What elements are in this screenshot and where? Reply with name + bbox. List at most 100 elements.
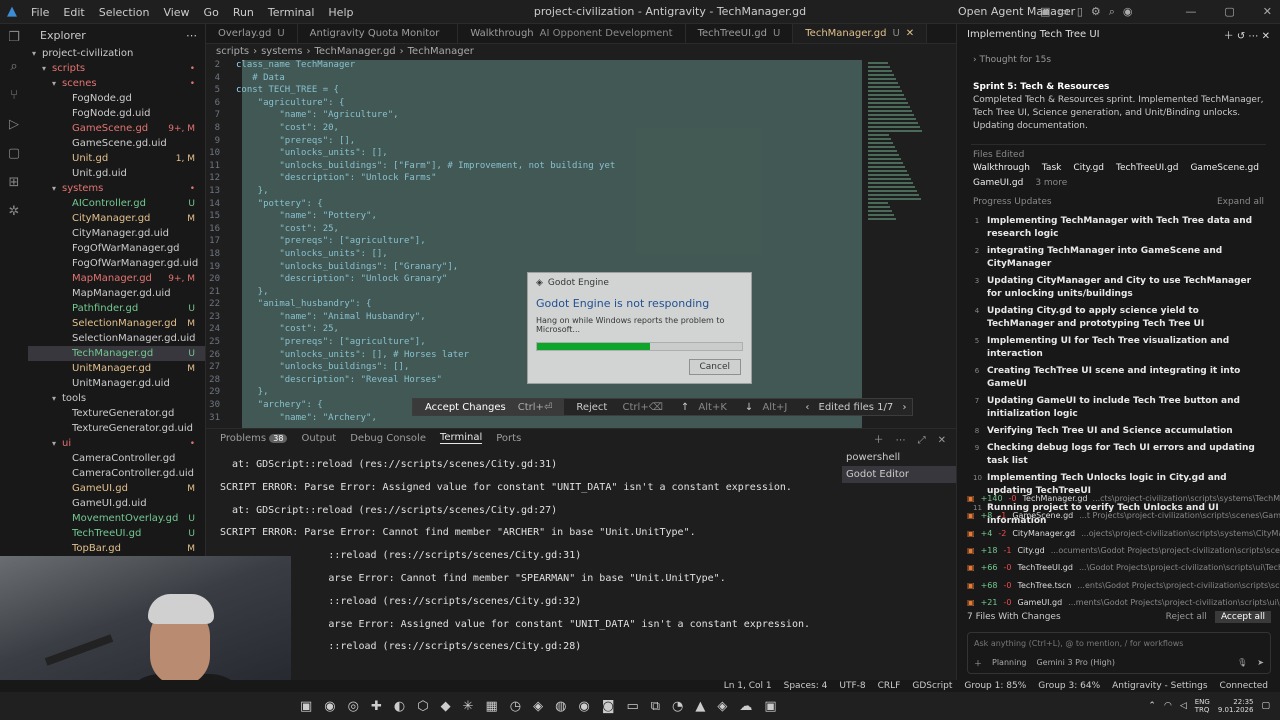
- folder-item[interactable]: ▾ ui •: [28, 436, 205, 451]
- file-item[interactable]: MapManager.gd 9+, M: [28, 271, 205, 286]
- edited-file-chip[interactable]: Walkthrough: [973, 162, 1030, 175]
- file-item[interactable]: SelectionManager.gd M: [28, 316, 205, 331]
- menu-item-terminal[interactable]: Terminal: [261, 6, 322, 19]
- history-icon[interactable]: ↺: [1237, 31, 1245, 42]
- terminal-output[interactable]: at: GDScript::reload (res://scripts/scen…: [220, 459, 840, 664]
- changed-file-row[interactable]: ▣ +66 -0 TechTreeUI.gd ...\Godot Projects\pr…: [957, 559, 1280, 576]
- file-item[interactable]: UnitManager.gd M: [28, 361, 205, 376]
- status-item[interactable]: CRLF: [878, 681, 901, 691]
- edited-files-nav[interactable]: ‹ Edited files 1/7 ›: [799, 402, 912, 413]
- close-icon[interactable]: ✕: [906, 28, 914, 39]
- minimize-icon[interactable]: —: [1185, 5, 1196, 18]
- menu-item-run[interactable]: Run: [226, 6, 261, 19]
- close-icon[interactable]: ✕: [1262, 31, 1270, 42]
- file-item[interactable]: CameraController.gd.uid: [28, 466, 205, 481]
- file-item[interactable]: UnitManager.gd.uid: [28, 376, 205, 391]
- progress-item[interactable]: 7 Updating GameUI to include Tech Tree bu…: [957, 393, 1280, 423]
- add-icon[interactable]: ＋: [874, 435, 884, 446]
- more-icon[interactable]: ⋯: [186, 29, 197, 42]
- progress-item[interactable]: 8 Verifying Tech Tree UI and Science accu…: [957, 423, 1280, 440]
- folder-item[interactable]: ▾ tools: [28, 391, 205, 406]
- source-control-icon[interactable]: ⑂: [10, 88, 18, 103]
- file-item[interactable]: FogNode.gd.uid: [28, 106, 205, 121]
- chrome-icon[interactable]: ◉: [578, 699, 589, 714]
- reject-button[interactable]: Reject Ctrl+⌫: [564, 402, 675, 413]
- status-item[interactable]: Antigravity - Settings: [1112, 681, 1207, 691]
- godot-icon[interactable]: ◈: [717, 699, 727, 714]
- terminal-instance[interactable]: powershell: [842, 449, 956, 466]
- menu-item-help[interactable]: Help: [321, 6, 360, 19]
- status-item[interactable]: Group 1: 85%: [964, 681, 1026, 691]
- reject-all-button[interactable]: Reject all: [1166, 612, 1207, 622]
- file-item[interactable]: GameScene.gd.uid: [28, 136, 205, 151]
- run-debug-icon[interactable]: ▷: [9, 117, 19, 132]
- files-icon[interactable]: ❐: [8, 30, 20, 45]
- edited-file-chip[interactable]: GameUI.gd: [973, 177, 1023, 190]
- add-context-icon[interactable]: ＋: [974, 658, 982, 669]
- status-item[interactable]: GDScript: [912, 681, 952, 691]
- menu-item-selection[interactable]: Selection: [92, 6, 157, 19]
- project-root[interactable]: ▾ project-civilization: [28, 46, 205, 61]
- file-item[interactable]: Unit.gd.uid: [28, 166, 205, 181]
- terminal-instance[interactable]: Godot Editor: [842, 466, 956, 483]
- file-item[interactable]: CameraController.gd: [28, 451, 205, 466]
- edited-file-chip[interactable]: GameScene.gd: [1190, 162, 1259, 175]
- progress-item[interactable]: 2 integrating TechManager into GameScene …: [957, 243, 1280, 273]
- file-item[interactable]: TextureGenerator.gd: [28, 406, 205, 421]
- next-change-button[interactable]: ↑ Alt+K: [675, 402, 739, 413]
- folder-item[interactable]: ▾ scenes •: [28, 76, 205, 91]
- add-icon[interactable]: ＋: [1224, 31, 1234, 42]
- file-item[interactable]: TechManager.gd U: [28, 346, 205, 361]
- volume-icon[interactable]: ◁: [1180, 701, 1187, 711]
- file-item[interactable]: TextureGenerator.gd.uid: [28, 421, 205, 436]
- search-icon[interactable]: ⌕: [1109, 5, 1115, 19]
- progress-item[interactable]: 4 Updating City.gd to apply science yield…: [957, 303, 1280, 333]
- changed-file-row[interactable]: ▣ +140 -0 TechManager.gd ...cts\project-civi…: [957, 490, 1280, 507]
- minimap[interactable]: [868, 60, 928, 260]
- agent-icon[interactable]: ✲: [9, 204, 20, 219]
- file-item[interactable]: FogOfWarManager.gd: [28, 241, 205, 256]
- menu-item-go[interactable]: Go: [197, 6, 226, 19]
- panel-tab-output[interactable]: Output: [301, 433, 336, 444]
- status-item[interactable]: Spaces: 4: [784, 681, 828, 691]
- file-item[interactable]: TopBar.gd M: [28, 541, 205, 556]
- obs-icon[interactable]: ◎: [348, 699, 359, 714]
- file-item[interactable]: CityManager.gd M: [28, 211, 205, 226]
- chat-input[interactable]: Ask anything (Ctrl+L), @ to mention, / f…: [967, 632, 1271, 674]
- status-item[interactable]: Group 3: 64%: [1038, 681, 1100, 691]
- file-item[interactable]: FogOfWarManager.gd.uid: [28, 256, 205, 271]
- progress-item[interactable]: 5 Implementing UI for Tech Tree visualiza…: [957, 333, 1280, 363]
- clock[interactable]: 22:35 9.01.2026: [1218, 698, 1254, 714]
- editor-tab[interactable]: Walkthrough AI Opponent Development: [458, 24, 686, 43]
- wifi-icon[interactable]: ◠: [1164, 701, 1172, 711]
- sidebar-icon[interactable]: ▯: [1077, 5, 1083, 19]
- panel-tab-debug-console[interactable]: Debug Console: [350, 433, 426, 444]
- file-item[interactable]: GameScene.gd 9+, M: [28, 121, 205, 136]
- gear-icon[interactable]: ⚙: [1091, 5, 1101, 19]
- panel-tab-problems[interactable]: Problems 38: [220, 433, 288, 444]
- menu-item-edit[interactable]: Edit: [56, 6, 91, 19]
- editor-tab[interactable]: Antigravity Quota Monitor: [298, 24, 459, 43]
- close-icon[interactable]: ✕: [1263, 5, 1272, 18]
- changed-file-row[interactable]: ▣ +8 -1 GameScene.gd ...t Projects\project-c…: [957, 507, 1280, 524]
- menu-item-file[interactable]: File: [24, 6, 56, 19]
- file-item[interactable]: MapManager.gd.uid: [28, 286, 205, 301]
- file-item[interactable]: CityManager.gd.uid: [28, 226, 205, 241]
- file-item[interactable]: SelectionManager.gd.uid: [28, 331, 205, 346]
- menu-item-view[interactable]: View: [156, 6, 196, 19]
- discord-icon[interactable]: ◙: [602, 699, 615, 714]
- file-item[interactable]: Unit.gd 1, M: [28, 151, 205, 166]
- accept-changes-button[interactable]: Accept Changes Ctrl+⏎: [413, 399, 565, 415]
- breadcrumb-item[interactable]: TechManager: [408, 46, 474, 57]
- app-icon[interactable]: ✳: [463, 699, 474, 714]
- status-item[interactable]: UTF-8: [839, 681, 865, 691]
- file-item[interactable]: FogNode.gd: [28, 91, 205, 106]
- antigravity-icon[interactable]: ▲: [695, 699, 705, 714]
- firefox-icon[interactable]: ◉: [324, 699, 335, 714]
- spotify-icon[interactable]: ◍: [555, 699, 566, 714]
- panel-tab-ports[interactable]: Ports: [496, 433, 521, 444]
- vscode-icon[interactable]: ⧉: [651, 699, 660, 714]
- blender-icon[interactable]: ◔: [672, 699, 683, 714]
- editor-tab[interactable]: Overlay.gd U: [206, 24, 298, 43]
- edited-file-chip[interactable]: TechTreeUI.gd: [1116, 162, 1178, 175]
